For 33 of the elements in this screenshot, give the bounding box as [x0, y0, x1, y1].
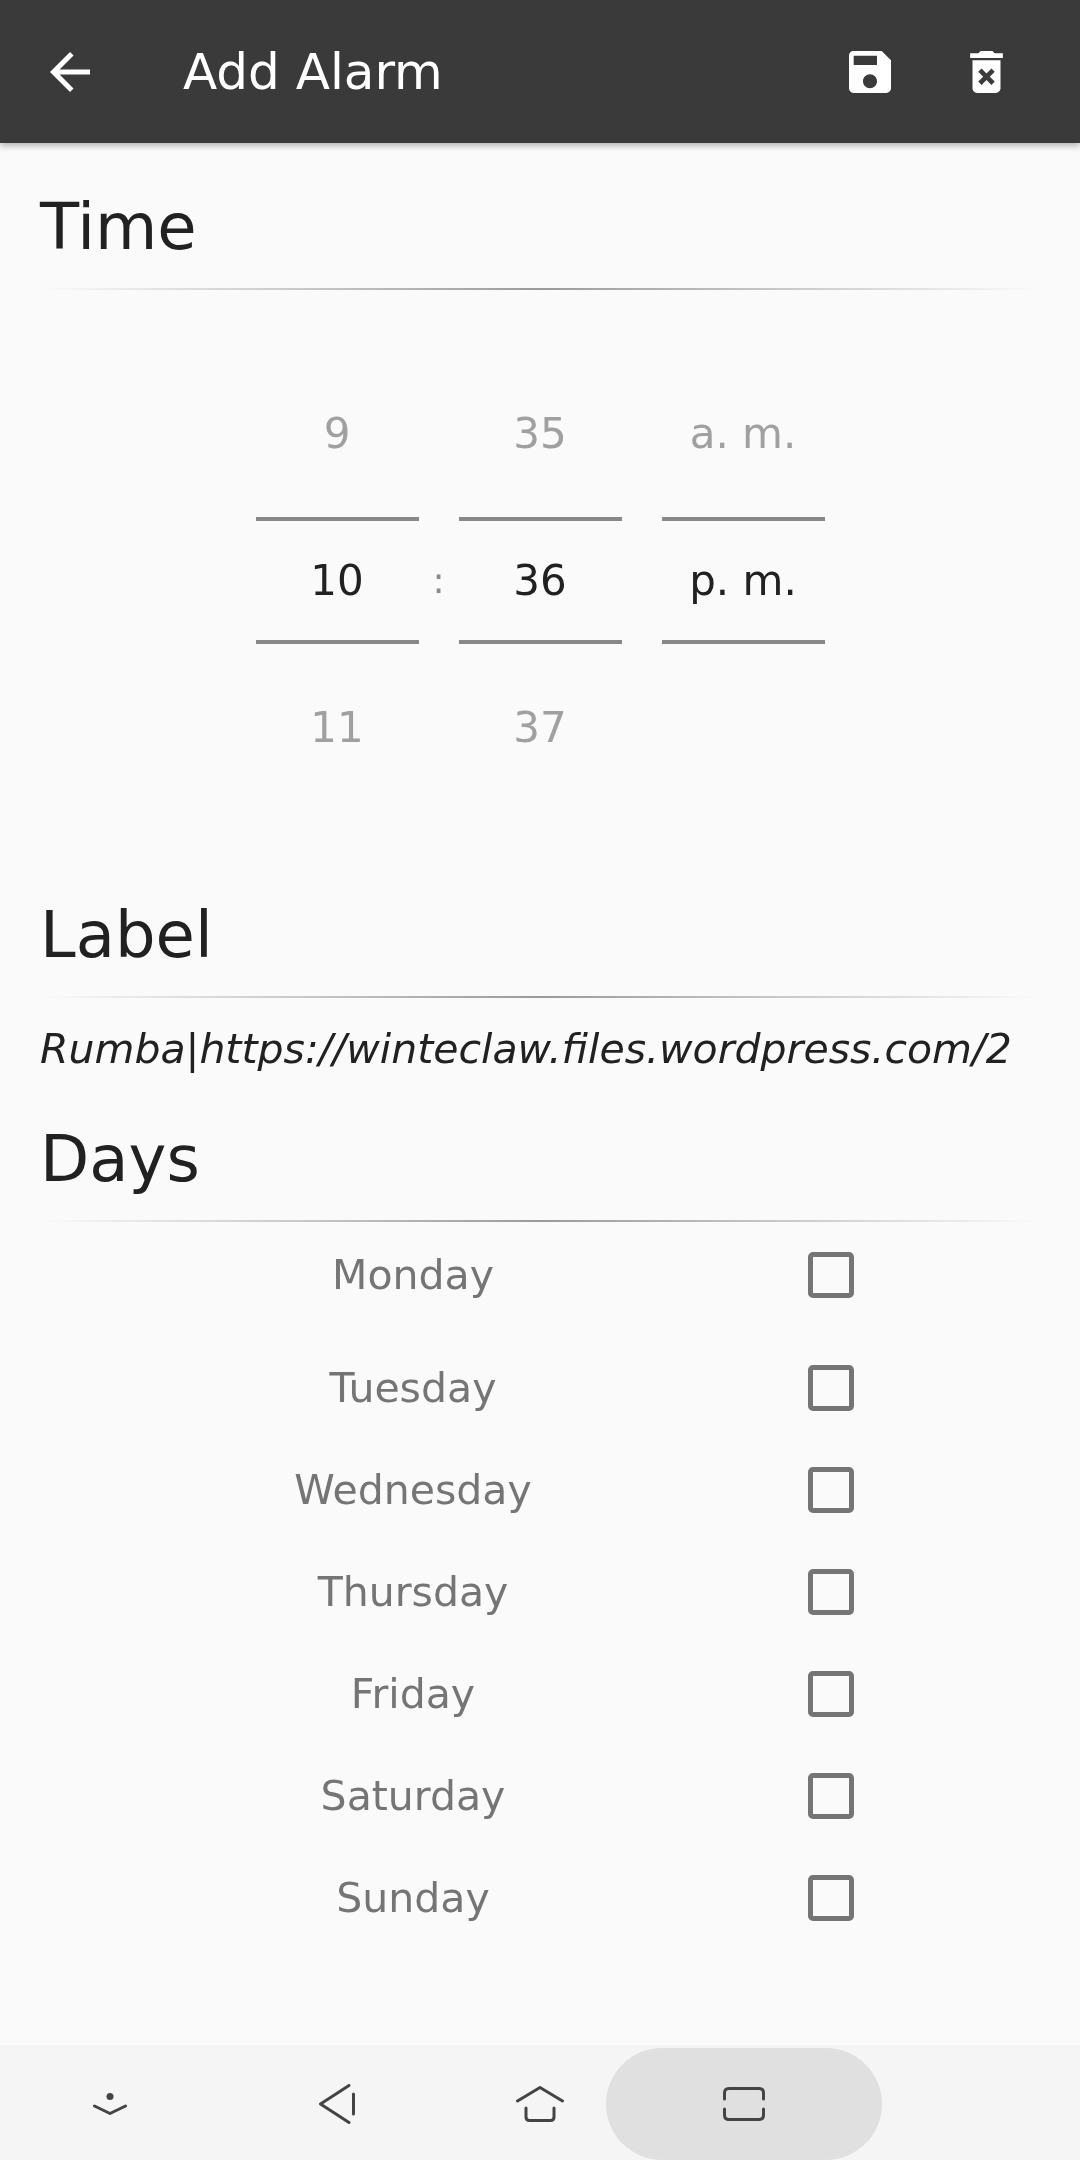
day-checkbox[interactable] [808, 1467, 854, 1513]
picker-item[interactable]: a. m. [689, 408, 797, 459]
day-checkbox[interactable] [808, 1252, 854, 1298]
day-label: Wednesday [293, 1465, 533, 1515]
label-field[interactable]: Rumba|https://winteclaw.files.wordpress.com/2 [40, 1024, 1012, 1074]
picker-item[interactable]: 9 [323, 408, 351, 459]
picker-item[interactable]: 36 [513, 555, 567, 606]
day-checkbox[interactable] [808, 1569, 854, 1615]
triangle-left-icon [319, 2084, 355, 2124]
section-heading: Label [40, 897, 213, 974]
day-label: Monday [331, 1250, 495, 1300]
picker-item[interactable]: 10 [310, 555, 364, 606]
section-heading: Time [40, 189, 197, 266]
day-label: Friday [349, 1669, 477, 1719]
time-separator: : [432, 558, 445, 603]
picker-item[interactable]: 11 [310, 702, 364, 753]
day-label: Saturday [319, 1771, 507, 1821]
day-label: Sunday [335, 1873, 491, 1923]
picker-item[interactable]: 37 [513, 702, 567, 753]
day-label: Tuesday [328, 1363, 498, 1413]
trash-icon [970, 50, 1003, 93]
arrow-left-icon [50, 51, 90, 92]
day-checkbox[interactable] [808, 1875, 854, 1921]
picker-item[interactable]: 35 [513, 408, 567, 459]
picker-item[interactable]: p. m. [689, 555, 797, 606]
house-icon [516, 2086, 564, 2122]
section-heading: Days [40, 1121, 200, 1198]
day-checkbox[interactable] [808, 1773, 854, 1819]
dot-chevron-icon [93, 2093, 127, 2115]
day-checkbox[interactable] [808, 1365, 854, 1411]
day-label: Thursday [316, 1567, 510, 1617]
app-bar-title: Add Alarm [183, 41, 444, 102]
day-checkbox[interactable] [808, 1671, 854, 1717]
